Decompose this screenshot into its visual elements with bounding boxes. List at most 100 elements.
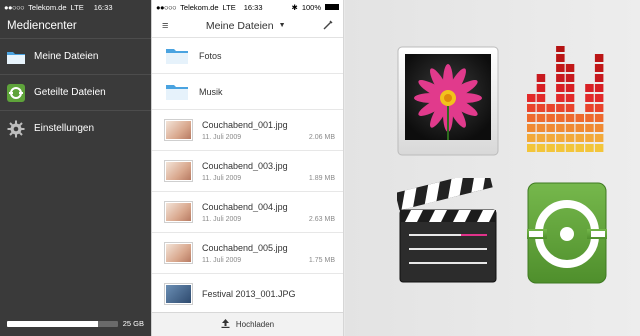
file-date: 11. Juli 2009 [202, 133, 242, 141]
storage-bar [7, 320, 118, 327]
equalizer-bar-segment [546, 104, 555, 112]
equalizer-bar-segment [594, 124, 604, 132]
file-list-header: ≡ Meine Dateien ▼ [152, 14, 343, 38]
storage-bar-fill [7, 320, 98, 327]
equalizer-bar-segment [556, 54, 565, 62]
equalizer-bar-segment [594, 54, 604, 62]
file-date: 11. Juli 2009 [202, 215, 242, 223]
file-row[interactable]: Couchabend_004.jpg 11. Juli 2009 2.63 MB [152, 192, 343, 233]
equalizer-bar-segment [575, 124, 584, 132]
equalizer-bar-segment [565, 74, 575, 82]
network-label: LTE [222, 2, 236, 12]
sidebar-panel: ●●○○○ Telekom.de LTE 16:33 Mediencenter … [0, 0, 151, 336]
storage-indicator: 25 GB [7, 319, 144, 328]
equalizer-bar-segment [594, 134, 604, 142]
equalizer-bar-segment [565, 124, 575, 132]
bluetooth-icon: ✱ [291, 2, 298, 12]
file-row[interactable]: Couchabend_005.jpg 11. Juli 2009 1.75 MB [152, 233, 343, 274]
upload-label: Hochladen [235, 320, 275, 329]
file-size: 2.63 MB [308, 215, 335, 223]
equalizer-bar-segment [536, 124, 546, 132]
sidebar-item-geteilte-dateien[interactable]: Geteilte Dateien [0, 74, 151, 110]
equalizer-bar-segment [556, 124, 565, 132]
share-icon [6, 83, 26, 102]
file-name: Couchabend_004.jpg [202, 201, 288, 212]
equalizer-bar-segment [565, 104, 575, 112]
equalizer-bar-segment [546, 114, 555, 122]
file-row[interactable]: Couchabend_001.jpg 11. Juli 2009 2.06 MB [152, 110, 343, 151]
equalizer-bar-segment [585, 104, 594, 112]
equalizer-bar-segment [536, 144, 546, 152]
equalizer-bar-segment [585, 114, 594, 122]
equalizer-bar-segment [594, 84, 604, 92]
equalizer-bar-segment [546, 144, 555, 152]
folder-icon [165, 83, 189, 101]
file-row[interactable]: Couchabend_003.jpg 11. Juli 2009 1.89 MB [152, 151, 343, 192]
file-date: 11. Juli 2009 [202, 174, 242, 182]
equalizer-bar-segment [565, 94, 575, 102]
equalizer-bar-segment [585, 84, 594, 92]
equalizer-bar-segment [527, 114, 536, 122]
equalizer-bar-segment [575, 144, 584, 152]
equalizer-bar-segment [556, 74, 565, 82]
clock-label: 16:33 [243, 2, 263, 12]
equalizer-bar-segment [594, 94, 604, 102]
sidebar-item-label: Einstellungen [34, 123, 95, 134]
equalizer-bar-segment [565, 114, 575, 122]
status-bar: ●●○○○ Telekom.de LTE 16:33 ✱ 100% [152, 0, 343, 14]
equalizer-bar-segment [565, 144, 575, 152]
equalizer-bar-segment [536, 74, 546, 82]
folder-row-musik[interactable]: Musik [152, 74, 343, 110]
equalizer-bar-segment [546, 134, 555, 142]
menu-icon[interactable]: ≡ [162, 20, 168, 32]
photos-app-icon[interactable] [397, 46, 499, 163]
equalizer-bar-segment [575, 114, 584, 122]
video-app-icon[interactable] [395, 169, 499, 293]
photo-thumbnail [165, 161, 192, 181]
sidebar-item-einstellungen[interactable]: Einstellungen [0, 110, 151, 146]
file-name: Festival 2013_001.JPG [202, 289, 296, 299]
file-date: 11. Juli 2009 [202, 256, 242, 264]
equalizer-bar-segment [527, 144, 536, 152]
equalizer-bar-segment [556, 44, 565, 52]
share-app-icon[interactable] [527, 182, 607, 291]
equalizer-bar-segment [585, 124, 594, 132]
folder-selector[interactable]: Meine Dateien ▼ [206, 20, 286, 32]
battery-label: 100% [301, 2, 321, 12]
equalizer-bar-segment [527, 94, 536, 102]
app-title: Mediencenter [7, 20, 77, 32]
signal-icon: ●●○○○ [4, 2, 25, 12]
equalizer-bar-segment [536, 84, 546, 92]
music-app-icon[interactable] [527, 44, 607, 163]
file-name: Couchabend_005.jpg [202, 242, 288, 253]
carrier-label: Telekom.de [28, 2, 67, 12]
status-bar: ●●○○○ Telekom.de LTE 16:33 [0, 0, 151, 14]
equalizer-bar-segment [556, 104, 565, 112]
file-list-panel: ●●○○○ Telekom.de LTE 16:33 ✱ 100% ≡ Mein… [151, 0, 344, 336]
equalizer-bar-segment [565, 84, 575, 92]
network-label: LTE [70, 2, 84, 12]
upload-icon [221, 319, 230, 330]
equalizer-bar-segment [546, 124, 555, 132]
equalizer-bar-segment [556, 144, 565, 152]
carrier-label: Telekom.de [180, 2, 219, 12]
file-size: 2.06 MB [308, 133, 335, 141]
equalizer-bar-segment [556, 134, 565, 142]
sidebar-item-label: Geteilte Dateien [34, 87, 106, 98]
folder-name: Musik [199, 86, 223, 97]
edit-icon[interactable] [323, 17, 333, 35]
photo-thumbnail [165, 284, 192, 304]
file-row[interactable]: Festival 2013_001.JPG [152, 274, 343, 315]
upload-button[interactable]: Hochladen [152, 312, 343, 336]
folder-icon [6, 48, 26, 66]
gear-icon [6, 120, 26, 138]
sidebar-item-label: Meine Dateien [34, 51, 99, 62]
signal-icon: ●●○○○ [156, 2, 177, 12]
photo-thumbnail [165, 243, 192, 263]
equalizer-bar-segment [594, 64, 604, 72]
equalizer-bar-segment [556, 64, 565, 72]
sidebar-item-meine-dateien[interactable]: Meine Dateien [0, 38, 151, 74]
equalizer-bar-segment [556, 84, 565, 92]
folder-row-fotos[interactable]: Fotos [152, 38, 343, 74]
file-size: 1.89 MB [308, 174, 335, 182]
